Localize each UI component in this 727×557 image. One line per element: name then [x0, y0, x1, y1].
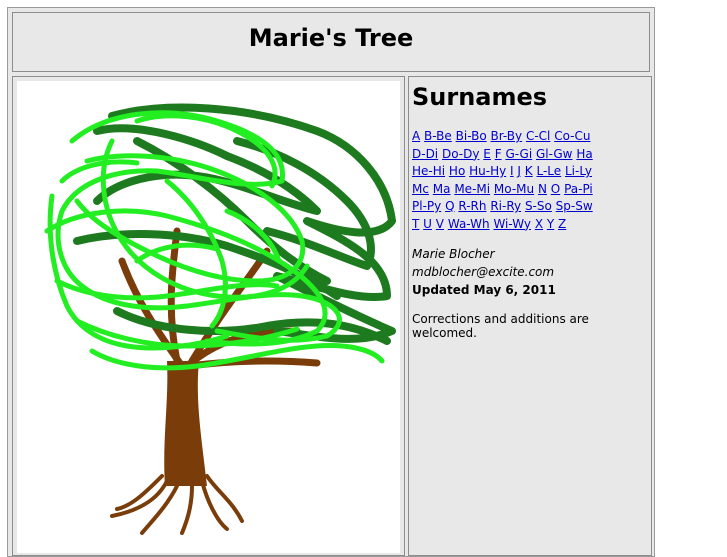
- surname-index-row: He-Hi Ho Hu-Hy I J K L-Le Li-Ly: [412, 163, 651, 181]
- surname-link-co-cu[interactable]: Co-Cu: [554, 129, 590, 143]
- surname-link-s-so[interactable]: S-So: [525, 199, 552, 213]
- surname-link-pl-py[interactable]: Pl-Py: [412, 199, 441, 213]
- surname-link-e[interactable]: E: [483, 147, 491, 161]
- surname-link-gl-gw[interactable]: Gl-Gw: [536, 147, 573, 161]
- surname-link-mo-mu[interactable]: Mo-Mu: [494, 182, 534, 196]
- surname-link-ha[interactable]: Ha: [576, 147, 592, 161]
- surname-link-sp-sw[interactable]: Sp-Sw: [556, 199, 593, 213]
- image-cell: [12, 76, 405, 556]
- surname-link-g-gi[interactable]: G-Gi: [505, 147, 532, 161]
- surname-link-z[interactable]: Z: [558, 217, 566, 231]
- surname-link-he-hi[interactable]: He-Hi: [412, 164, 445, 178]
- author-email: mdblocher@excite.com: [412, 265, 555, 279]
- surname-link-y[interactable]: Y: [547, 217, 554, 231]
- surname-link-x[interactable]: X: [535, 217, 543, 231]
- surname-link-pa-pi[interactable]: Pa-Pi: [564, 182, 593, 196]
- surname-link-r-rh[interactable]: R-Rh: [458, 199, 486, 213]
- surnames-heading: Surnames: [412, 83, 548, 111]
- updated-date: Updated May 6, 2011: [412, 283, 556, 297]
- page-frame: Marie's Tree Surnames A B-Be Bi-Bo Br-By…: [7, 7, 655, 557]
- surname-index-row: Mc Ma Me-Mi Mo-Mu N O Pa-Pi: [412, 181, 651, 199]
- surname-link-a[interactable]: A: [412, 129, 420, 143]
- author-name: Marie Blocher: [412, 247, 495, 261]
- surname-link-u[interactable]: U: [423, 217, 432, 231]
- surname-link-ho[interactable]: Ho: [449, 164, 465, 178]
- surname-link-do-dy[interactable]: Do-Dy: [442, 147, 479, 161]
- surname-link-wa-wh[interactable]: Wa-Wh: [448, 217, 490, 231]
- surname-link-hu-hy[interactable]: Hu-Hy: [469, 164, 506, 178]
- surname-link-j[interactable]: J: [517, 164, 521, 178]
- surname-link-c-cl[interactable]: C-Cl: [526, 129, 550, 143]
- surname-link-f[interactable]: F: [495, 147, 502, 161]
- surname-link-d-di[interactable]: D-Di: [412, 147, 438, 161]
- surname-link-k[interactable]: K: [525, 164, 533, 178]
- surname-link-bi-bo[interactable]: Bi-Bo: [456, 129, 487, 143]
- surname-link-q[interactable]: Q: [445, 199, 454, 213]
- surname-index: A B-Be Bi-Bo Br-By C-Cl Co-Cu D-Di Do-Dy …: [412, 128, 651, 233]
- surname-link-i[interactable]: I: [510, 164, 514, 178]
- surname-link-ri-ry[interactable]: Ri-Ry: [490, 199, 521, 213]
- surname-index-row: A B-Be Bi-Bo Br-By C-Cl Co-Cu: [412, 128, 651, 146]
- surname-link-b-be[interactable]: B-Be: [424, 129, 452, 143]
- tree-drawing-icon: [44, 103, 396, 535]
- surname-link-me-mi[interactable]: Me-Mi: [454, 182, 490, 196]
- surname-index-row: T U V Wa-Wh Wi-Wy X Y Z: [412, 216, 651, 234]
- surname-link-wi-wy[interactable]: Wi-Wy: [493, 217, 531, 231]
- surname-index-row: Pl-Py Q R-Rh Ri-Ry S-So Sp-Sw: [412, 198, 651, 216]
- corrections-note: Corrections and additions are welcomed.: [412, 312, 589, 340]
- tree-drawing-image: [17, 81, 400, 553]
- page-title: Marie's Tree: [248, 24, 414, 52]
- surname-index-row: D-Di Do-Dy E F G-Gi Gl-Gw Ha: [412, 146, 651, 164]
- surname-link-ma[interactable]: Ma: [433, 182, 451, 196]
- surname-link-br-by[interactable]: Br-By: [491, 129, 523, 143]
- surname-link-mc[interactable]: Mc: [412, 182, 429, 196]
- surname-link-o[interactable]: O: [551, 182, 560, 196]
- surname-link-n[interactable]: N: [538, 182, 547, 196]
- surname-link-v[interactable]: V: [436, 217, 444, 231]
- header-cell: Marie's Tree: [12, 12, 650, 72]
- surname-link-l-le[interactable]: L-Le: [537, 164, 562, 178]
- surnames-panel: Surnames A B-Be Bi-Bo Br-By C-Cl Co-Cu D-…: [408, 76, 652, 556]
- surname-link-li-ly[interactable]: Li-Ly: [565, 164, 592, 178]
- contact-block: Marie Blocher mdblocher@excite.com Updat…: [412, 245, 651, 299]
- surname-link-t[interactable]: T: [412, 217, 419, 231]
